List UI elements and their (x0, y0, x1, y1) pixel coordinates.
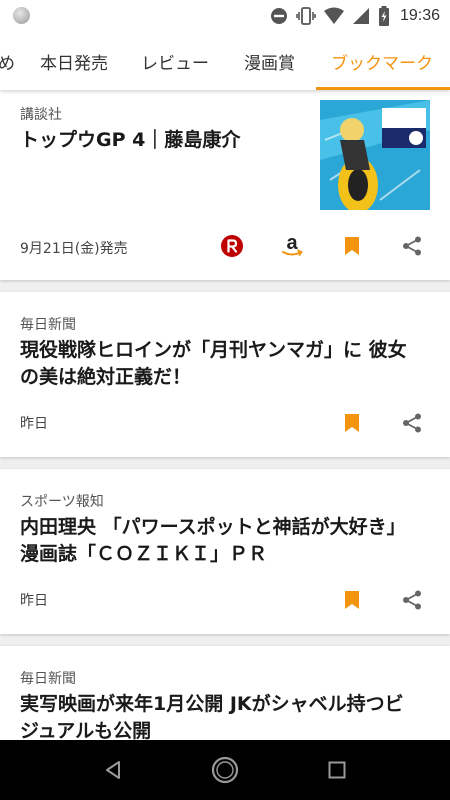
card-source: 毎日新聞 (20, 671, 76, 687)
svg-text:a: a (286, 233, 298, 254)
system-nav-bar (0, 740, 450, 800)
vibrate-icon (296, 7, 316, 25)
news-card[interactable]: 毎日新聞 実写映画が来年1月公開 JKがシャベル持つビ ジュアルも公開 (0, 646, 450, 742)
tab-review[interactable]: レビュー (141, 32, 209, 90)
book-cover-image[interactable] (320, 100, 430, 210)
tab-manga-award[interactable]: 漫画賞 (244, 32, 295, 90)
clock: 19:36 (399, 7, 440, 24)
cellular-icon (352, 7, 370, 25)
notification-dot-icon (13, 7, 30, 24)
card-headline: トップウGP 4｜藤島康介 (20, 129, 241, 151)
card-headline: 実写映画が来年1月公開 JKがシャベル持つビ ジュアルも公開 (20, 693, 404, 742)
back-icon[interactable] (83, 740, 143, 800)
home-icon[interactable] (195, 740, 255, 800)
do-not-disturb-icon (270, 7, 288, 25)
status-icons: 19:36 (270, 4, 440, 28)
recents-icon[interactable] (307, 740, 367, 800)
news-card[interactable]: 毎日新聞 現役戦隊ヒロインが「月刊ヤンマガ」に 彼女 の美は絶対正義だ！ 昨日 (0, 292, 450, 457)
card-date: 9月21日(金)発売 (20, 241, 128, 257)
tab-bookmark[interactable]: ブックマーク (331, 32, 433, 90)
tab-today-release[interactable]: 本日発売 (40, 32, 108, 90)
card-headline: 内田理央 「パワースポットと神話が大好き」 漫画誌「ＣＯＺＩＫＩ」ＰＲ (20, 516, 406, 565)
share-icon[interactable] (398, 232, 426, 260)
news-card[interactable]: スポーツ報知 内田理央 「パワースポットと神話が大好き」 漫画誌「ＣＯＺＩＫＩ」… (0, 469, 450, 634)
bookmark-icon[interactable] (338, 409, 366, 437)
active-tab-indicator (316, 87, 450, 90)
amazon-icon[interactable]: a (278, 232, 306, 260)
tab-partial[interactable]: め (0, 32, 15, 90)
card-date: 昨日 (20, 416, 48, 432)
tab-bar: め 本日発売 レビュー 漫画賞 ブックマーク (0, 32, 450, 90)
news-card[interactable]: 講談社 トップウGP 4｜藤島康介 9月21日(金)発売 a (0, 90, 450, 280)
share-icon[interactable] (398, 409, 426, 437)
bookmark-icon[interactable] (338, 232, 366, 260)
card-source: スポーツ報知 (20, 494, 104, 510)
share-icon[interactable] (398, 586, 426, 614)
rakuten-icon[interactable] (218, 232, 246, 260)
card-source: 毎日新聞 (20, 317, 76, 333)
card-source: 講談社 (20, 107, 62, 123)
battery-charging-icon (378, 6, 390, 26)
card-headline: 現役戦隊ヒロインが「月刊ヤンマガ」に 彼女 の美は絶対正義だ！ (20, 339, 407, 388)
status-bar: 19:36 (0, 0, 450, 32)
card-date: 昨日 (20, 593, 48, 609)
bookmark-icon[interactable] (338, 586, 366, 614)
wifi-icon (323, 7, 344, 25)
